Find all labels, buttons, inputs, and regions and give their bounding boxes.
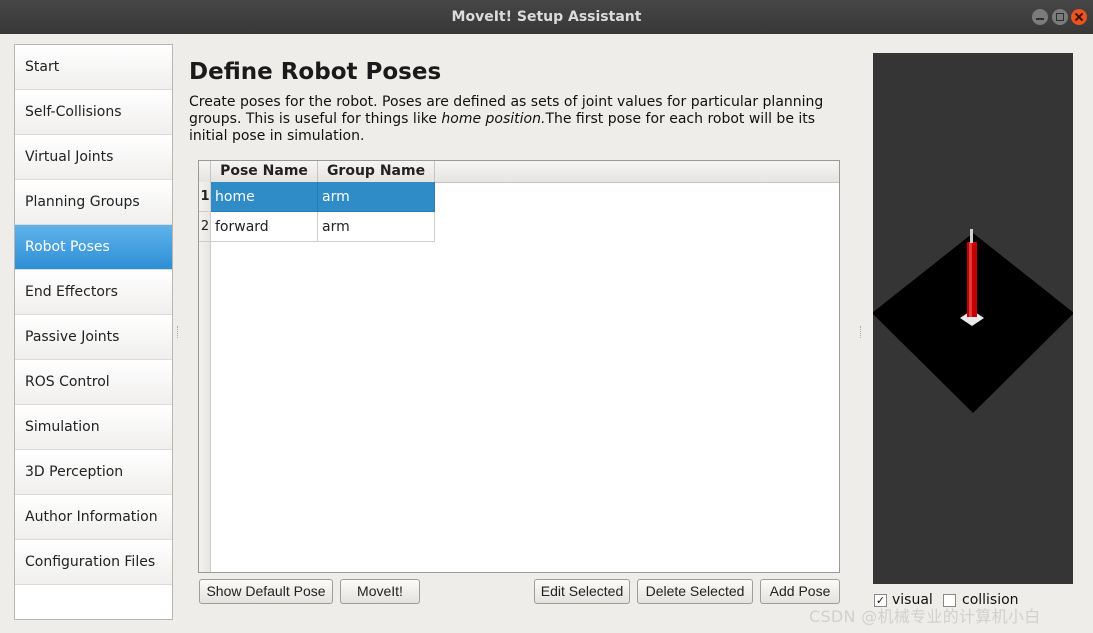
- robot-scene: [873, 229, 1073, 413]
- right-splitter-handle[interactable]: [860, 326, 863, 338]
- robot-end-effector: [970, 229, 973, 243]
- column-header-pose-name[interactable]: Pose Name: [211, 161, 318, 182]
- show-default-pose-button[interactable]: Show Default Pose: [199, 579, 333, 604]
- page-description: Create poses for the robot. Poses are de…: [189, 94, 839, 145]
- poses-table[interactable]: Pose Name Group Name 1 home arm 2 forwar…: [198, 160, 840, 573]
- add-pose-button[interactable]: Add Pose: [760, 579, 840, 604]
- moveit-button[interactable]: MoveIt!: [340, 579, 420, 604]
- minimize-icon[interactable]: [1032, 9, 1048, 25]
- page-title: Define Robot Poses: [189, 59, 442, 85]
- sidebar-item-ros-control[interactable]: ROS Control: [15, 360, 172, 405]
- sidebar-item-planning-groups[interactable]: Planning Groups: [15, 180, 172, 225]
- row-header-2[interactable]: 2: [199, 212, 211, 242]
- table-cell-pose-name[interactable]: forward: [211, 212, 318, 242]
- sidebar-item-end-effectors[interactable]: End Effectors: [15, 270, 172, 315]
- sidebar-item-3d-perception[interactable]: 3D Perception: [15, 450, 172, 495]
- close-icon[interactable]: [1071, 9, 1087, 25]
- left-splitter-handle[interactable]: [177, 326, 180, 338]
- table-cell-group-name[interactable]: arm: [318, 212, 435, 242]
- sidebar-item-self-collisions[interactable]: Self-Collisions: [15, 90, 172, 135]
- table-header: Pose Name Group Name: [199, 161, 839, 183]
- sidebar-item-author-information[interactable]: Author Information: [15, 495, 172, 540]
- sidebar-item-simulation[interactable]: Simulation: [15, 405, 172, 450]
- main-panel: Define Robot Poses Create poses for the …: [189, 56, 849, 145]
- table-cell-pose-name[interactable]: home: [211, 182, 318, 212]
- description-emphasis: home position.: [441, 111, 546, 127]
- edit-selected-button[interactable]: Edit Selected: [534, 579, 630, 604]
- row-header-1[interactable]: 1: [199, 182, 211, 212]
- watermark-text: CSDN @机械专业的计算机小白: [809, 607, 1041, 626]
- window-title: MoveIt! Setup Assistant: [451, 9, 642, 25]
- delete-selected-button[interactable]: Delete Selected: [637, 579, 753, 604]
- robot-arm-highlight: [969, 242, 972, 317]
- table-cell-group-name[interactable]: arm: [318, 182, 435, 212]
- sidebar-item-robot-poses[interactable]: Robot Poses: [15, 225, 172, 270]
- robot-3d-viewport[interactable]: [873, 53, 1073, 584]
- column-header-group-name[interactable]: Group Name: [318, 161, 435, 182]
- maximize-icon[interactable]: [1052, 9, 1068, 25]
- window-titlebar: MoveIt! Setup Assistant: [0, 0, 1093, 34]
- sidebar-item-start[interactable]: Start: [15, 45, 172, 90]
- sidebar-item-configuration-files[interactable]: Configuration Files: [15, 540, 172, 585]
- sidebar-nav: Start Self-Collisions Virtual Joints Pla…: [14, 44, 173, 620]
- table-corner-button[interactable]: [199, 161, 211, 182]
- sidebar-item-virtual-joints[interactable]: Virtual Joints: [15, 135, 172, 180]
- sidebar-item-passive-joints[interactable]: Passive Joints: [15, 315, 172, 360]
